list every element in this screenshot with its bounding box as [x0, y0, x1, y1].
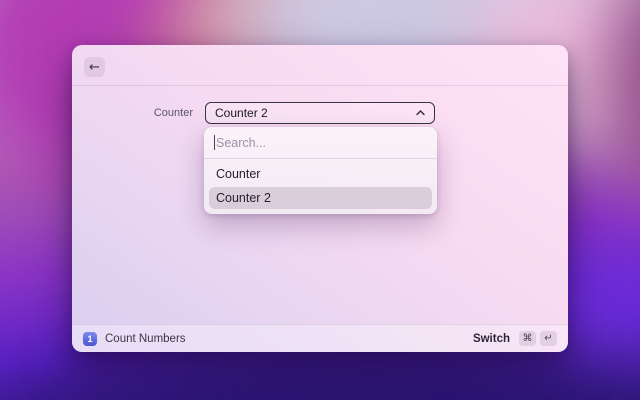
select-value: Counter 2 [215, 106, 268, 120]
extension-icon: 1 [83, 331, 97, 346]
raycast-window: ← Counter Counter 2 Counter Counter 2 [72, 45, 568, 352]
dropdown-options: Counter Counter 2 [204, 159, 437, 214]
switch-action-label: Switch [472, 332, 510, 345]
text-cursor [214, 135, 215, 150]
command-key-icon: ⌘ [519, 331, 536, 346]
dropdown-panel: Counter Counter 2 [204, 127, 437, 214]
command-name: Count Numbers [105, 332, 186, 345]
desktop-wallpaper: ← Counter Counter 2 Counter Counter 2 [0, 0, 640, 400]
field-label: Counter [153, 107, 193, 119]
back-arrow-icon: ← [89, 59, 100, 75]
back-button[interactable]: ← [84, 57, 105, 77]
wallpaper-swoosh [575, 0, 640, 245]
return-key-icon: ↵ [540, 331, 557, 346]
switch-action-button[interactable]: Switch ⌘ ↵ [473, 331, 557, 346]
dropdown-search-row [204, 127, 437, 159]
window-header: ← [72, 45, 568, 86]
counter-select[interactable]: Counter 2 [205, 102, 435, 124]
dropdown-option-counter-2[interactable]: Counter 2 [209, 187, 432, 209]
chevron-up-icon [416, 110, 425, 116]
action-bar: 1 Count Numbers Switch ⌘ ↵ [72, 324, 568, 352]
dropdown-option-counter[interactable]: Counter [209, 163, 432, 185]
dropdown-search-input[interactable] [204, 135, 437, 150]
